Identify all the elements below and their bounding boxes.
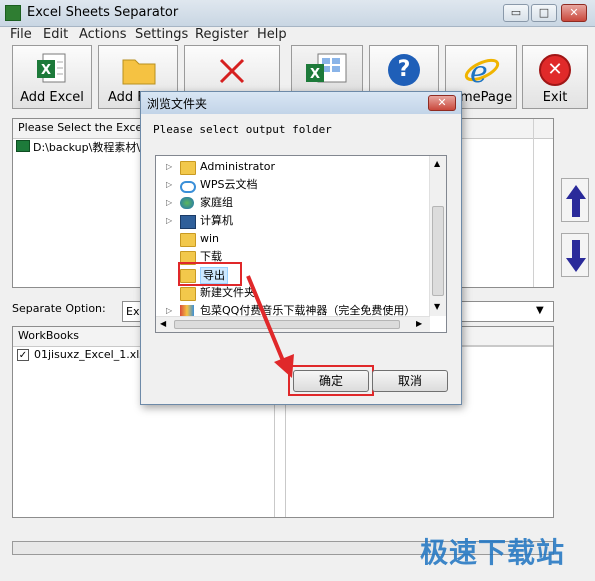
remove-x-icon bbox=[217, 56, 247, 86]
expand-arrow-icon[interactable]: ▷ bbox=[166, 212, 172, 230]
tree-item-win[interactable]: win bbox=[156, 230, 426, 248]
add-excel-button[interactable]: X Add Excel bbox=[12, 45, 92, 109]
cloud-icon bbox=[180, 181, 196, 193]
menu-help[interactable]: Help bbox=[257, 27, 287, 42]
menu-bar: File Edit Actions Settings Register Help bbox=[0, 27, 595, 45]
browse-folder-dialog: 浏览文件夹 ✕ Please select output folder ▷ Ad… bbox=[140, 91, 462, 405]
scrollbar-thumb[interactable] bbox=[432, 206, 444, 296]
annotation-arrow bbox=[246, 275, 294, 378]
tree-item-computer[interactable]: ▷ 计算机 bbox=[156, 212, 426, 230]
svg-text:e: e bbox=[470, 55, 488, 88]
menu-register[interactable]: Register bbox=[195, 27, 249, 42]
ie-browser-icon: e bbox=[462, 50, 502, 90]
excel-file-icon: X bbox=[35, 52, 69, 86]
tree-item-homegroup[interactable]: ▷ 家庭组 bbox=[156, 194, 426, 212]
exit-button[interactable]: ✕ Exit bbox=[522, 45, 588, 109]
maximize-button[interactable]: □ bbox=[531, 4, 557, 22]
excel-file-icon bbox=[16, 140, 30, 152]
separate-option-value: Ex bbox=[126, 305, 140, 318]
down-arrow-icon bbox=[566, 240, 586, 272]
computer-icon bbox=[180, 215, 196, 229]
homegroup-icon bbox=[180, 197, 194, 209]
excel-list-item[interactable]: D:\backup\教程素材\E bbox=[33, 139, 147, 155]
dialog-prompt: Please select output folder bbox=[153, 123, 332, 136]
tree-item-label: 家庭组 bbox=[200, 196, 233, 209]
up-arrow-icon bbox=[566, 185, 586, 217]
menu-actions[interactable]: Actions bbox=[79, 27, 127, 42]
exit-icon: ✕ bbox=[539, 54, 571, 86]
app-icon bbox=[5, 5, 21, 21]
user-folder-icon bbox=[180, 161, 196, 175]
workbook-item[interactable]: 01jisuxz_Excel_1.xls bbox=[34, 348, 145, 361]
folder-icon bbox=[121, 52, 157, 86]
vertical-scrollbar[interactable]: ▲ ▼ bbox=[429, 156, 446, 316]
help-icon: ? bbox=[388, 54, 420, 86]
minimize-button[interactable]: ▭ bbox=[503, 4, 529, 22]
tree-item-label: Administrator bbox=[200, 160, 275, 173]
tree-item-label: 计算机 bbox=[200, 214, 233, 227]
tree-item-administrator[interactable]: ▷ Administrator bbox=[156, 158, 426, 176]
scroll-down-icon[interactable]: ▼ bbox=[434, 302, 440, 311]
add-excel-label: Add Excel bbox=[20, 90, 84, 105]
chevron-down-icon: ▼ bbox=[536, 305, 544, 316]
dialog-title-bar: 浏览文件夹 ✕ bbox=[141, 92, 461, 114]
separate-option-label: Separate Option: bbox=[12, 302, 106, 315]
tree-item-label: win bbox=[200, 232, 220, 245]
sheets-grid-icon: X bbox=[304, 52, 350, 88]
menu-file[interactable]: File bbox=[10, 27, 32, 42]
close-button[interactable]: ✕ bbox=[561, 4, 587, 22]
svg-text:X: X bbox=[310, 67, 320, 82]
folder-icon bbox=[180, 233, 196, 247]
move-up-button[interactable] bbox=[561, 178, 589, 222]
workbook-checkbox[interactable]: ✓ bbox=[17, 349, 29, 361]
cancel-button[interactable]: 取消 bbox=[372, 370, 448, 392]
tree-item-label: WPS云文档 bbox=[200, 178, 258, 191]
menu-edit[interactable]: Edit bbox=[43, 27, 68, 42]
title-bar: Excel Sheets Separator ▭ □ ✕ bbox=[0, 0, 595, 27]
scroll-left-icon[interactable]: ◀ bbox=[160, 319, 166, 328]
column-divider bbox=[533, 119, 534, 287]
menu-settings[interactable]: Settings bbox=[135, 27, 188, 42]
dialog-title: 浏览文件夹 bbox=[147, 97, 208, 111]
dialog-close-button[interactable]: ✕ bbox=[428, 95, 456, 111]
expand-arrow-icon[interactable]: ▷ bbox=[166, 194, 172, 212]
ok-highlight-box bbox=[288, 365, 374, 396]
window-title: Excel Sheets Separator bbox=[27, 5, 179, 20]
exit-label: Exit bbox=[542, 90, 568, 105]
expand-arrow-icon[interactable]: ▷ bbox=[166, 158, 172, 176]
move-down-button[interactable] bbox=[561, 233, 589, 277]
folder-icon bbox=[180, 287, 196, 301]
watermark-text: 极速下载站 bbox=[420, 536, 566, 569]
folder-tree: ▷ Administrator ▷ WPS云文档 ▷ 家庭组 ▷ 计算机 win… bbox=[155, 155, 447, 333]
tree-item-wps-cloud[interactable]: ▷ WPS云文档 bbox=[156, 176, 426, 194]
scroll-right-icon[interactable]: ▶ bbox=[416, 319, 422, 328]
scroll-up-icon[interactable]: ▲ bbox=[434, 159, 440, 168]
expand-arrow-icon[interactable]: ▷ bbox=[166, 176, 172, 194]
svg-text:X: X bbox=[41, 63, 51, 78]
